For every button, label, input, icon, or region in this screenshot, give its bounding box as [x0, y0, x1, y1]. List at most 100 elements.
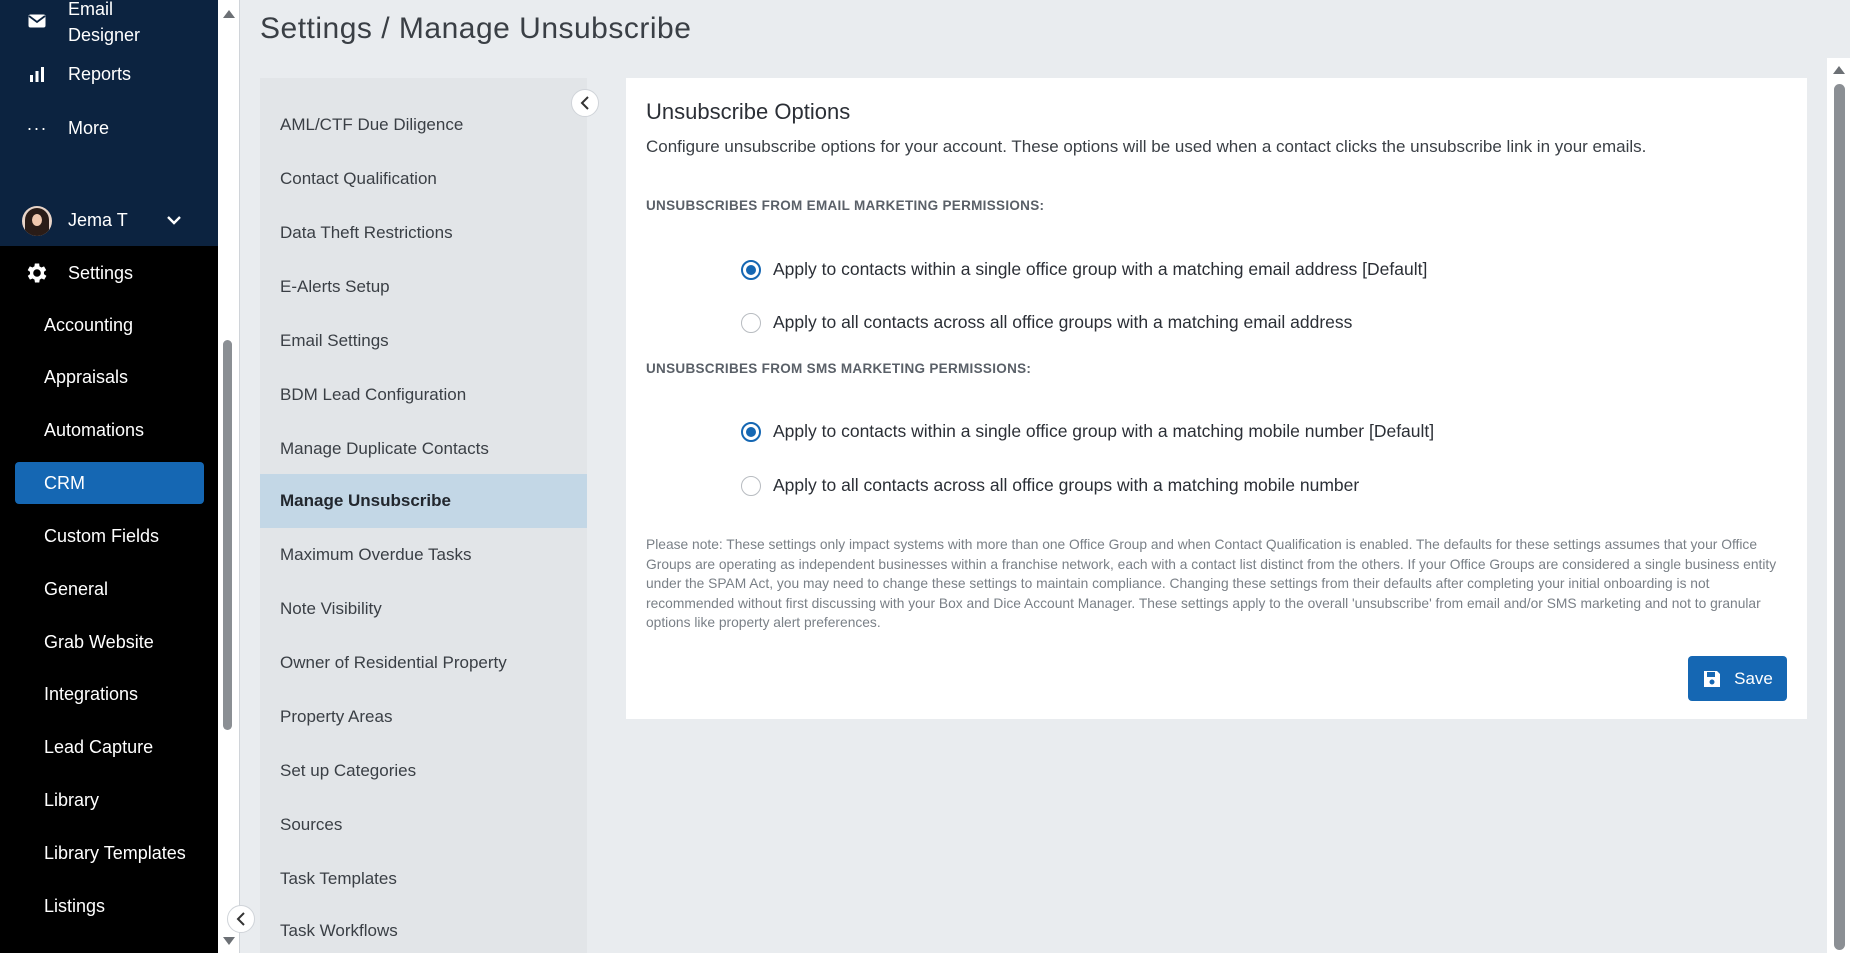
sms-option-all-groups[interactable]: Apply to all contacts across all office …: [741, 475, 1359, 496]
sidebar-item-label: Lead Capture: [44, 737, 154, 757]
menu-item-task-workflows[interactable]: Task Workflows: [260, 904, 587, 953]
chevron-left-icon: [236, 912, 245, 926]
nav-item-reports[interactable]: Reports: [0, 60, 218, 88]
nav-item-email-designer[interactable]: Email Designer: [0, 0, 218, 48]
sidebar-item-label: Appraisals: [44, 367, 129, 387]
chevron-left-icon: [580, 96, 589, 110]
scroll-up-arrow-icon[interactable]: [1833, 66, 1845, 74]
floppy-disk-icon: [1702, 669, 1722, 689]
user-menu[interactable]: Jema T: [0, 204, 218, 238]
menu-item-label: Manage Duplicate Contacts: [280, 439, 489, 458]
menu-item-label: AML/CTF Due Diligence: [280, 115, 464, 134]
menu-item-label: Property Areas: [280, 707, 393, 726]
menu-item-label: BDM Lead Configuration: [280, 385, 467, 404]
sidebar-item-appraisals[interactable]: Appraisals: [15, 356, 204, 398]
menu-item-label: Note Visibility: [280, 599, 382, 618]
sidebar-item-label: Library: [44, 790, 100, 810]
sms-option-single-group[interactable]: Apply to contacts within a single office…: [741, 421, 1434, 442]
collapse-sidebar-button[interactable]: [227, 905, 255, 933]
menu-item-contact-qualification[interactable]: Contact Qualification: [260, 152, 587, 206]
nav-item-label: Email Designer: [68, 0, 141, 45]
menu-item-label: Task Templates: [280, 869, 397, 888]
radio-label: Apply to all contacts across all office …: [773, 475, 1360, 495]
sidebar-item-label: Custom Fields: [44, 526, 160, 546]
sidebar-item-label: Grab Website: [44, 632, 154, 652]
collapse-menu-button[interactable]: [571, 89, 599, 117]
sidebar-item-custom-fields[interactable]: Custom Fields: [15, 515, 204, 557]
menu-item-note-visibility[interactable]: Note Visibility: [260, 582, 587, 636]
note-text: Please note: These settings only impact …: [646, 537, 1777, 630]
menu-item-bdm-lead[interactable]: BDM Lead Configuration: [260, 368, 587, 422]
sidebar-item-label: CRM: [44, 473, 85, 493]
main-scrollbar-thumb[interactable]: [1834, 84, 1845, 950]
email-option-all-groups[interactable]: Apply to all contacts across all office …: [741, 312, 1352, 333]
sidebar-item-label: Library Templates: [44, 843, 186, 863]
save-button[interactable]: Save: [1688, 656, 1787, 701]
menu-item-label: Sources: [280, 815, 343, 834]
sidebar-item-lead-capture[interactable]: Lead Capture: [15, 726, 204, 768]
menu-item-label: Manage Unsubscribe: [280, 491, 451, 510]
menu-item-label: Email Settings: [280, 331, 389, 350]
radio-button[interactable]: [741, 421, 761, 442]
radio-label: Apply to contacts within a single office…: [773, 421, 1435, 441]
main-scrollbar[interactable]: [1827, 58, 1850, 953]
menu-item-e-alerts[interactable]: E-Alerts Setup: [260, 260, 587, 314]
nav-item-more[interactable]: ··· More: [0, 114, 218, 142]
sidebar-item-library-templates[interactable]: Library Templates: [15, 832, 204, 874]
menu-item-label: Contact Qualification: [280, 169, 437, 188]
gear-icon: [24, 260, 50, 286]
sidebar-item-integrations[interactable]: Integrations: [15, 673, 204, 715]
menu-item-categories[interactable]: Set up Categories: [260, 744, 587, 798]
sms-section-heading: UNSUBSCRIBES FROM SMS MARKETING PERMISSI…: [646, 361, 1032, 376]
chevron-down-icon: [166, 210, 182, 231]
envelope-icon: [26, 10, 48, 32]
scroll-down-arrow-icon[interactable]: [223, 937, 235, 945]
nav-item-label: More: [68, 118, 110, 138]
sidebar: Email Designer Reports ··· More Jema T S…: [0, 0, 218, 953]
radio-button[interactable]: [741, 259, 761, 280]
nav-item-settings[interactable]: Settings: [0, 256, 218, 288]
sidebar-item-accounting[interactable]: Accounting: [15, 304, 204, 346]
nav-item-label: Reports: [68, 64, 132, 84]
save-label: Save: [1734, 668, 1773, 688]
menu-item-sources[interactable]: Sources: [260, 798, 587, 852]
avatar: [22, 206, 52, 236]
sidebar-item-grab-website[interactable]: Grab Website: [15, 621, 204, 663]
ellipsis-icon: ···: [26, 117, 48, 138]
menu-item-overdue-tasks[interactable]: Maximum Overdue Tasks: [260, 528, 587, 582]
sidebar-item-listings[interactable]: Listings: [15, 885, 204, 927]
menu-item-email-settings[interactable]: Email Settings: [260, 314, 587, 368]
scroll-up-arrow-icon[interactable]: [223, 10, 235, 18]
menu-item-manage-unsubscribe[interactable]: Manage Unsubscribe: [260, 474, 587, 528]
sidebar-item-library[interactable]: Library: [15, 779, 204, 821]
sidebar-scrollbar[interactable]: [218, 0, 240, 953]
menu-item-data-theft[interactable]: Data Theft Restrictions: [260, 206, 587, 260]
nav-item-label: Settings: [68, 263, 134, 283]
user-name: Jema T: [68, 210, 128, 230]
sidebar-scrollbar-thumb[interactable]: [223, 340, 232, 730]
menu-item-owner-residential[interactable]: Owner of Residential Property: [260, 636, 587, 690]
sidebar-item-label: Integrations: [44, 684, 139, 704]
menu-item-label: Task Workflows: [280, 921, 398, 940]
radio-button[interactable]: [741, 475, 761, 496]
menu-item-label: Data Theft Restrictions: [280, 223, 453, 242]
sidebar-item-general[interactable]: General: [15, 568, 204, 610]
menu-item-task-templates[interactable]: Task Templates: [260, 852, 587, 906]
sidebar-item-label: General: [44, 579, 109, 599]
email-option-single-group[interactable]: Apply to contacts within a single office…: [741, 259, 1427, 280]
sidebar-item-label: Listings: [44, 896, 106, 916]
radio-label: Apply to all contacts across all office …: [773, 312, 1353, 332]
sidebar-item-label: Automations: [44, 420, 145, 440]
menu-item-label: Owner of Residential Property: [280, 653, 507, 672]
menu-item-label: Set up Categories: [280, 761, 417, 780]
menu-item-aml-ctf[interactable]: AML/CTF Due Diligence: [260, 98, 587, 152]
panel-description: Configure unsubscribe options for your a…: [646, 137, 1647, 156]
sidebar-item-label: Accounting: [44, 315, 134, 335]
sidebar-item-crm[interactable]: CRM: [15, 462, 204, 504]
radio-button[interactable]: [741, 312, 761, 333]
menu-item-duplicate-contacts[interactable]: Manage Duplicate Contacts: [260, 422, 587, 476]
bar-chart-icon: [26, 63, 48, 85]
menu-item-property-areas[interactable]: Property Areas: [260, 690, 587, 744]
radio-label: Apply to contacts within a single office…: [773, 259, 1428, 279]
sidebar-item-automations[interactable]: Automations: [15, 409, 204, 451]
